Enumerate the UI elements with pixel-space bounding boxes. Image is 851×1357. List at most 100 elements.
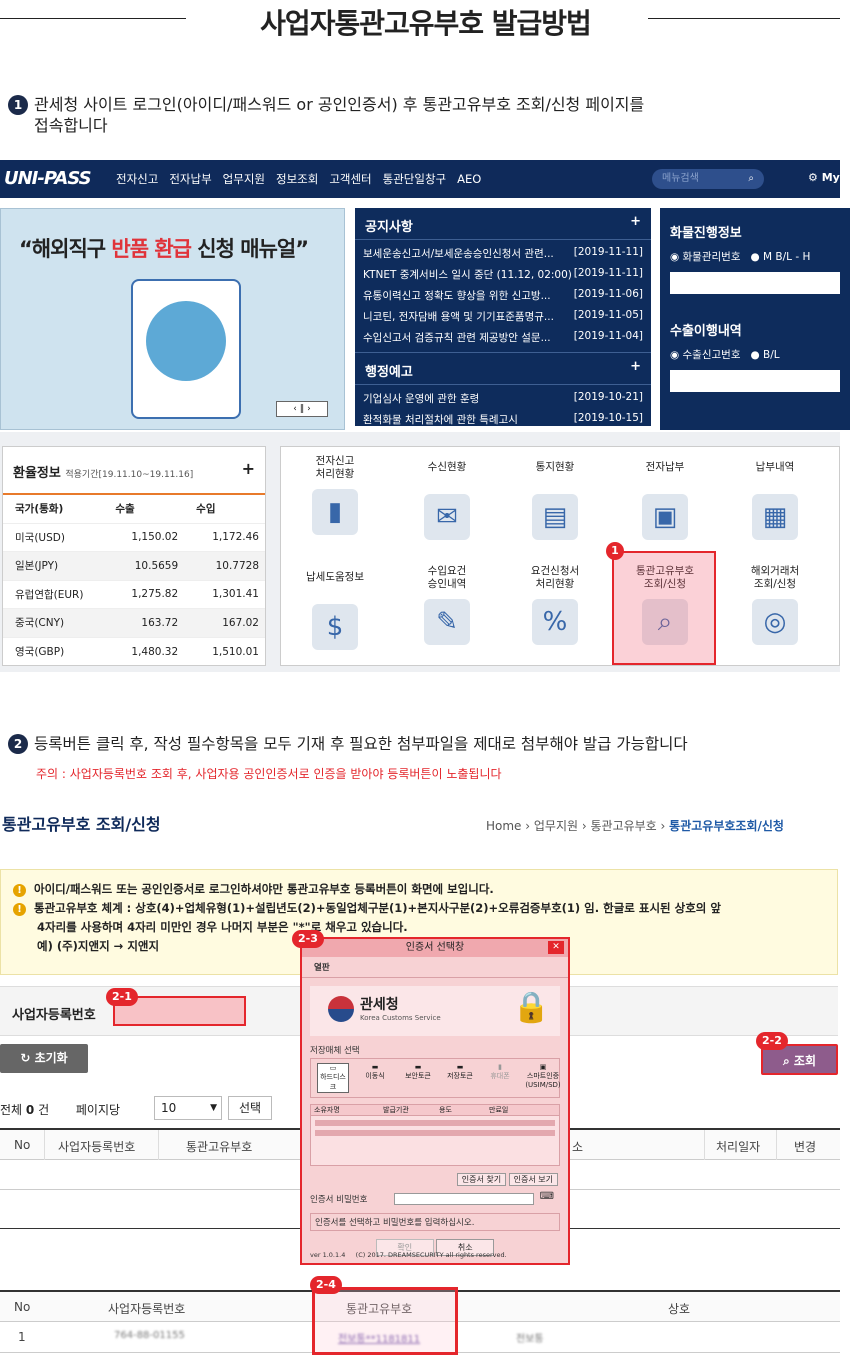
globe-icon (146, 301, 226, 381)
notice-item[interactable]: 유통이력신고 정확도 향상을 위한 신고방... [2019-11-06] (355, 285, 651, 306)
cargo-input[interactable] (670, 272, 840, 294)
quick-notify-status[interactable]: 통지현황 ▤ (509, 461, 601, 540)
step2-instruction: 2 등록버튼 클릭 후, 작성 필수항목을 모두 기재 후 필요한 첨부파일을 제… (8, 734, 851, 755)
report-icon: ▤ (532, 494, 578, 540)
view-cert-button[interactable]: 인증서 보기 (508, 1173, 558, 1186)
menu-search-input[interactable]: 메뉴검색 ⌕ (652, 169, 764, 189)
notice-item[interactable]: 수입신고서 검증규칙 관련 제공방안 설문... [2019-11-04] (355, 327, 651, 348)
find-cert-button[interactable]: 인증서 찾기 (456, 1173, 507, 1186)
rate-export: 10.5659 (103, 551, 185, 580)
menu-item[interactable]: 전자납부 (169, 172, 211, 186)
quick-import-approval[interactable]: 수입요건 승인내역 ✎ (401, 565, 493, 645)
menu-item[interactable]: 정보조회 (276, 172, 318, 186)
step1-text-line2: 접속합니다 (34, 116, 108, 135)
media-hdd[interactable]: ▭ 하드디스크 (317, 1063, 349, 1093)
radio-selected-icon[interactable]: ◉ (670, 251, 679, 263)
menu-item[interactable]: AEO (457, 172, 481, 186)
per-page-apply-button[interactable]: 선택 (228, 1096, 272, 1120)
plus-icon[interactable]: + (242, 459, 255, 478)
rate-currency: 영국(GBP) (3, 636, 104, 666)
crumb-item[interactable]: 통관고유부호 (590, 819, 656, 833)
menu-item[interactable]: 통관단일창구 (383, 172, 446, 186)
total-count: 0 (25, 1103, 35, 1117)
media-phone[interactable]: ▮ 휴대폰 (485, 1063, 515, 1081)
alert-line: 4자리를 사용하며 4자리 미만인 경우 나머지 부분은 "*"로 채우고 있습… (37, 920, 408, 934)
search-placeholder: 메뉴검색 (662, 173, 699, 184)
step-number: 1 (8, 95, 28, 115)
notice-item-date: [2019-11-06] (573, 288, 643, 300)
media-label: 휴대폰 (490, 1072, 510, 1080)
badge-2-2: 2-2 (756, 1032, 788, 1050)
quick-payment-history[interactable]: 납부내역 ▦ (729, 461, 821, 540)
admin-notice-item[interactable]: 환적화물 처리절차에 관한 특례고시 [2019-10-15] (355, 409, 651, 430)
bar-chart-icon: ▮ (312, 489, 358, 535)
dialog-tab[interactable]: 열판 (302, 957, 568, 978)
notice-item[interactable]: 니코틴, 전자담배 용액 및 기기표준품명규... [2019-11-05] (355, 306, 651, 327)
exchange-rate-panel: 환율정보 적용기간[19.11.10~19.11.16] + 국가(통화) 수출 수입… (2, 446, 266, 666)
plus-icon[interactable]: + (630, 359, 641, 374)
badge-2-4: 2-4 (310, 1276, 342, 1294)
grid-col-header: No (14, 1138, 31, 1152)
quick-tax-help[interactable]: 납세도움정보 $ (289, 571, 381, 650)
notice-item[interactable]: KTNET 중계서비스 일시 중단 (11.12, 02:00) [2019-11… (355, 264, 651, 285)
password-label: 인증서 비밀번호 (310, 1195, 368, 1205)
quick-receive-status[interactable]: 수신현황 ✉ (401, 461, 493, 540)
certificate-list[interactable]: 소유자명 발급기관 용도 만료일 (310, 1104, 560, 1166)
rate-export: 163.72 (103, 608, 185, 637)
dialog-brand: 관세청 (360, 997, 399, 1013)
menu-item[interactable]: 전자신고 (116, 172, 158, 186)
media-smart-cert[interactable]: ▣ 스마트인증(USIM/SD) (521, 1063, 565, 1089)
refresh-icon: ↻ (20, 1051, 31, 1065)
crumb-home[interactable]: Home (486, 819, 521, 833)
per-page-select[interactable]: 10 ▼ (154, 1096, 222, 1120)
radio-selected-icon[interactable]: ◉ (670, 349, 679, 361)
cargo-opt1: 화물관리번호 (682, 251, 741, 263)
media-label: 하드디스크 (320, 1073, 346, 1091)
unipass-logo[interactable]: UNI-PASS (4, 168, 92, 189)
cert-col-header: 용도 (439, 1106, 452, 1114)
my-menu[interactable]: ⚙ My (808, 171, 840, 184)
notice-list: 보세운송신고서/보세운송승인신청서 관련... [2019-11-11] KTNE… (355, 240, 651, 348)
quick-label: 요건신청서 (530, 565, 580, 577)
quick-label: 전자신고 (315, 455, 355, 467)
crumb-item[interactable]: 업무지원 (534, 819, 578, 833)
menu-item[interactable]: 고객센터 (329, 172, 371, 186)
media-removable[interactable]: ▬ 이동식 (359, 1063, 391, 1081)
rate-title: 환율정보 (13, 466, 61, 481)
cert-row-blurred[interactable] (315, 1120, 555, 1126)
radio-icon[interactable]: ● (751, 251, 760, 263)
result-meta: 전체 0 건 페이지당 (0, 1101, 120, 1118)
tax-book-icon: $ (312, 604, 358, 650)
quick-e-payment[interactable]: 전자납부 ▣ (619, 461, 711, 540)
admin-notice-item[interactable]: 기업심사 운영에 관한 훈령 [2019-10-21] (355, 388, 651, 409)
export-input[interactable] (670, 370, 840, 392)
badge-step1: 1 (606, 542, 624, 560)
menu-item[interactable]: 업무지원 (223, 172, 265, 186)
cert-row-blurred[interactable] (315, 1130, 555, 1136)
admin-notice-title[interactable]: 행정예고 + (355, 352, 651, 385)
notice-title[interactable]: 공지사항 + (355, 208, 651, 240)
close-icon[interactable]: ✕ (548, 941, 564, 954)
quick-requirement-status[interactable]: 요건신청서 처리현황% (509, 565, 601, 645)
rate-row: 중국(CNY) 163.72 167.02 (3, 608, 265, 637)
chevron-down-icon: ▼ (210, 1103, 217, 1113)
table-col-header: No (14, 1300, 31, 1314)
quick-edi-status[interactable]: 전자신고 처리현황 ▮ (289, 455, 381, 535)
media-security-token[interactable]: ▬ 보안토큰 (401, 1063, 435, 1081)
plus-icon[interactable]: + (630, 214, 641, 229)
quick-overseas-partner[interactable]: 해외거래처 조회/신청 ◎ (729, 565, 821, 645)
media-storage-token[interactable]: ▬ 저장토큰 (443, 1063, 477, 1081)
notice-item-title: 유통이력신고 정확도 향상을 위한 신고방... (363, 290, 551, 302)
phone-icon: ▮ (498, 1063, 502, 1071)
notice-item-title: 보세운송신고서/보세운송승인신청서 관련... (363, 248, 554, 260)
radio-icon[interactable]: ● (751, 349, 760, 361)
slider-controls[interactable]: ‹ ‖ › (276, 401, 328, 417)
my-label: My (821, 171, 840, 184)
notice-item[interactable]: 보세운송신고서/보세운송승인신청서 관련... [2019-11-11] (355, 243, 651, 264)
reset-button[interactable]: ↻ 초기화 (0, 1044, 88, 1073)
storage-media-list: ▭ 하드디스크 ▬ 이동식 ▬ 보안토큰 ▬ 저장토큰 ▮ 휴대폰 ▣ 스마트인증(USIM… (310, 1058, 561, 1098)
password-input[interactable] (394, 1193, 534, 1205)
keyboard-icon[interactable]: ⌨ (540, 1191, 554, 1202)
search-icon[interactable]: ⌕ (748, 169, 754, 189)
promo-banner[interactable]: “해외직구 반품 환급 신청 매뉴얼” ‹ ‖ › (0, 208, 345, 430)
